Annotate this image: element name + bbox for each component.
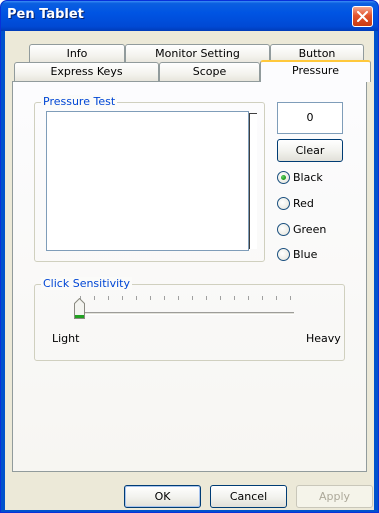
clear-button[interactable]: Clear	[277, 139, 343, 162]
slider-tick	[262, 296, 263, 300]
radio-circle[interactable]	[277, 171, 290, 184]
click-sensitivity-slider-thumb[interactable]	[74, 298, 85, 319]
click-sensitivity-slider-track[interactable]	[77, 312, 294, 315]
radio-circle[interactable]	[277, 223, 290, 236]
radio-circle[interactable]	[277, 197, 290, 210]
pressure-test-drawing-area[interactable]	[46, 111, 249, 251]
cancel-button[interactable]: Cancel	[210, 485, 287, 508]
radio-label-green: Green	[293, 223, 327, 236]
tab-info[interactable]: Info	[29, 44, 125, 63]
radio-circle[interactable]	[277, 248, 290, 261]
click-sensitivity-label: Click Sensitivity	[41, 277, 132, 290]
slider-tick	[248, 296, 249, 300]
slider-tick	[150, 296, 151, 300]
pressure-test-label: Pressure Test	[41, 95, 118, 108]
slider-tick	[234, 296, 235, 300]
slider-tick	[192, 296, 193, 300]
slider-tick	[220, 296, 221, 300]
slider-tick	[122, 296, 123, 300]
title-bar[interactable]: Pen Tablet	[1, 1, 378, 31]
apply-button[interactable]: Apply	[296, 485, 373, 508]
tab-scope[interactable]: Scope	[159, 62, 260, 81]
tab-express-keys[interactable]: Express Keys	[14, 62, 159, 81]
slider-tick	[206, 296, 207, 300]
window-title: Pen Tablet	[7, 7, 84, 22]
pen-tablet-window: Pen Tablet Info Monitor Setting Button E…	[0, 0, 379, 513]
ok-button[interactable]: OK	[124, 485, 201, 508]
radio-selected-dot	[281, 175, 286, 180]
slider-min-label: Light	[52, 332, 80, 345]
slider-tick	[94, 296, 95, 300]
tab-pressure[interactable]: Pressure	[260, 60, 371, 82]
slider-tick	[136, 296, 137, 300]
close-button[interactable]	[352, 6, 373, 27]
slider-tick	[178, 296, 179, 300]
tab-monitor-setting[interactable]: Monitor Setting	[125, 44, 270, 63]
radio-label-black: Black	[293, 171, 323, 184]
slider-tick	[108, 296, 109, 300]
close-icon	[357, 11, 368, 22]
slider-max-label: Heavy	[306, 332, 341, 345]
slider-tick	[276, 296, 277, 300]
radio-label-blue: Blue	[293, 248, 318, 261]
pressure-level-bar	[249, 113, 257, 249]
pressure-value-display: 0	[277, 102, 343, 134]
slider-tick	[290, 296, 291, 300]
slider-tick	[164, 296, 165, 300]
radio-label-red: Red	[293, 197, 314, 210]
window-border-right	[374, 31, 378, 512]
